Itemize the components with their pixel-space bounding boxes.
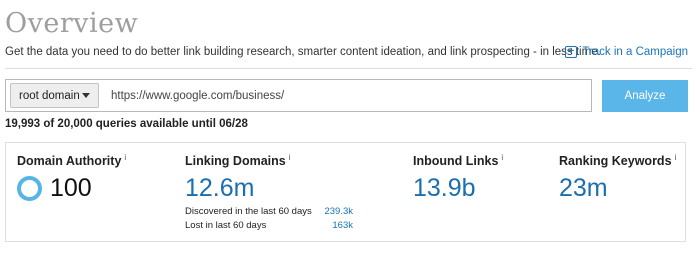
inbound-links-value: 13.9b <box>413 174 476 203</box>
track-in-campaign-link[interactable]: + Track in a Campaign <box>565 46 688 58</box>
chevron-down-icon <box>82 93 90 98</box>
discovered-value[interactable]: 239.3k <box>324 206 353 217</box>
plus-box-icon: + <box>565 46 578 58</box>
domain-authority-label-text: Domain Authority <box>17 154 122 169</box>
metrics-panel: Domain Authority i 100 Linking Domains i 1… <box>5 142 686 242</box>
info-icon[interactable]: i <box>124 153 126 162</box>
domain-authority-label: Domain Authority i <box>17 153 126 168</box>
analyze-button[interactable]: Analyze <box>602 80 688 112</box>
domain-authority-ring-icon <box>17 175 42 201</box>
linking-domains-metric: Linking Domains i 12.6m Discovered in the… <box>185 153 353 231</box>
lost-stat: Lost in last 60 days 163k <box>185 220 353 231</box>
ranking-keywords-label: Ranking Keywords i <box>559 153 676 168</box>
discovered-label: Discovered in the last 60 days <box>185 206 312 218</box>
scope-dropdown[interactable]: root domain <box>10 83 99 108</box>
info-icon[interactable]: i <box>675 153 677 162</box>
page-subtitle: Get the data you need to do better link … <box>5 46 601 58</box>
scope-dropdown-label: root domain <box>19 89 80 102</box>
domain-authority-metric: Domain Authority i 100 <box>17 153 126 202</box>
page-title: Overview <box>5 8 139 39</box>
info-icon[interactable]: i <box>289 153 291 162</box>
inbound-links-label: Inbound Links i <box>413 153 503 168</box>
ranking-keywords-metric: Ranking Keywords i 23m <box>559 153 676 202</box>
domain-authority-value: 100 <box>50 174 92 203</box>
ranking-keywords-label-text: Ranking Keywords <box>559 154 672 169</box>
lost-label: Lost in last 60 days <box>185 220 267 232</box>
search-bar: root domain <box>5 79 592 112</box>
url-input[interactable] <box>111 83 591 108</box>
track-in-campaign-label: Track in a Campaign <box>582 46 688 58</box>
linking-domains-label: Linking Domains i <box>185 153 353 168</box>
inbound-links-label-text: Inbound Links <box>413 154 499 169</box>
lost-value[interactable]: 163k <box>332 220 353 231</box>
query-quota: 19,993 of 20,000 queries available until… <box>5 118 248 130</box>
discovered-stat: Discovered in the last 60 days 239.3k <box>185 206 353 217</box>
inbound-links-metric: Inbound Links i 13.9b <box>413 153 503 202</box>
ranking-keywords-value: 23m <box>559 174 608 203</box>
linking-domains-value: 12.6m <box>185 174 255 203</box>
linking-domains-label-text: Linking Domains <box>185 154 286 169</box>
info-icon[interactable]: i <box>501 153 503 162</box>
header-divider <box>5 68 692 69</box>
